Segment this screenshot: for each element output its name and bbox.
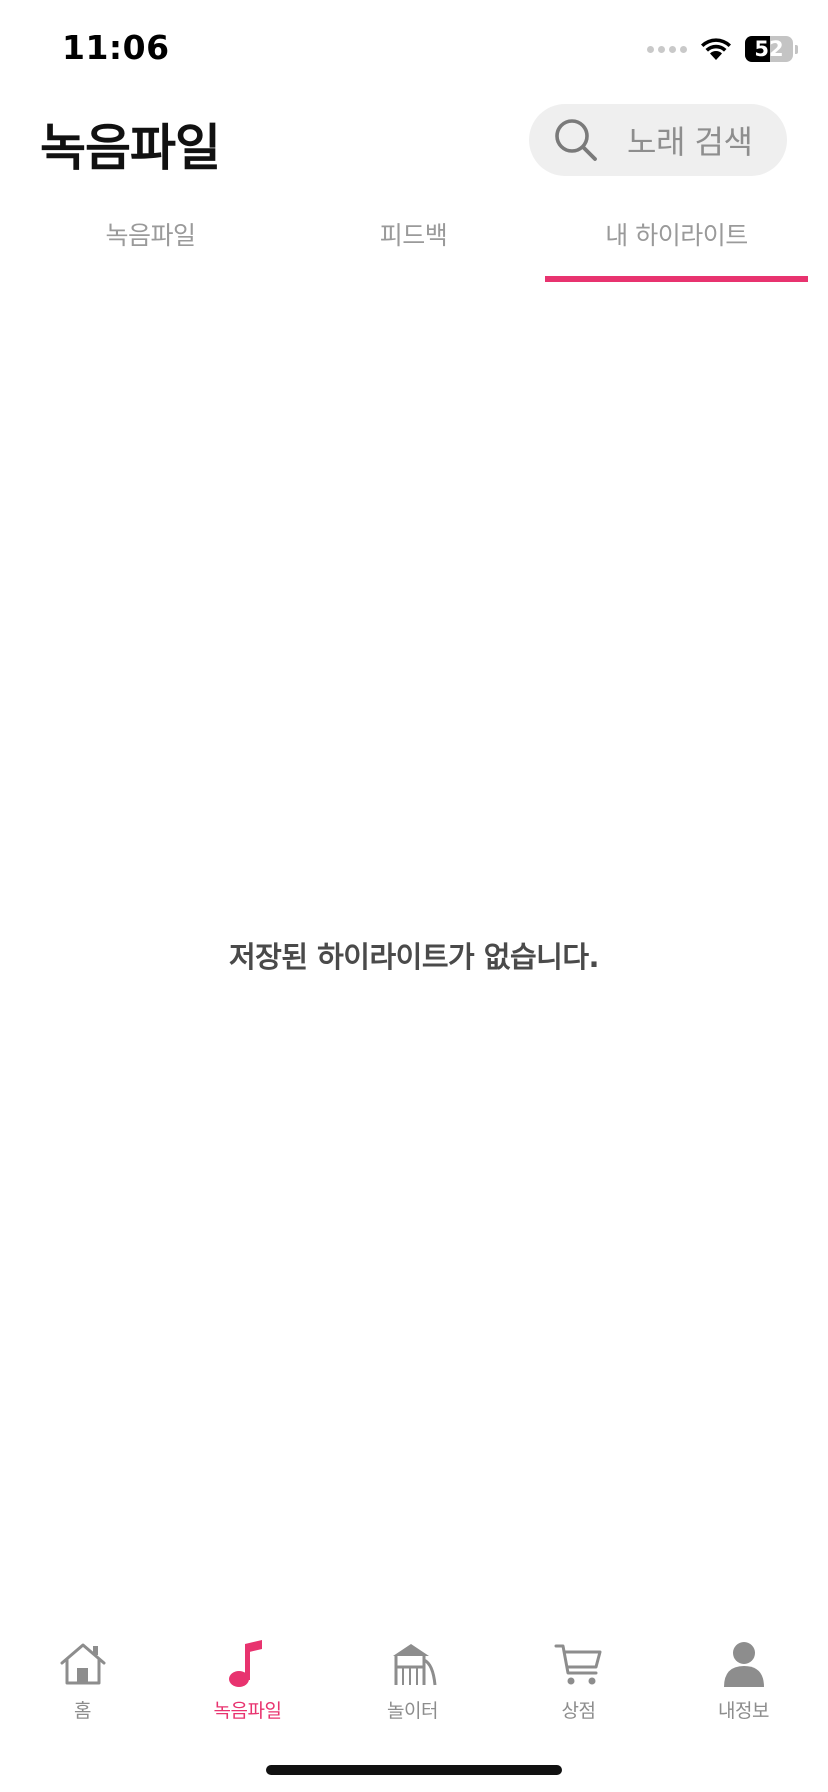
search-button[interactable]: 노래 검색 <box>529 104 787 176</box>
home-icon <box>60 1643 105 1685</box>
nav-label-home: 홈 <box>74 1700 91 1722</box>
battery-level: 52 <box>754 37 784 61</box>
screen: 11:06 52 녹음파일 노래 검색 녹음파일 피드백 내 하이라이트 저장된… <box>0 0 828 1792</box>
nav-item-recordings[interactable]: 녹음파일 <box>165 1620 330 1730</box>
wifi-icon <box>701 38 731 60</box>
status-icons: 52 <box>647 34 798 64</box>
nav-label-shop: 상점 <box>561 1700 596 1722</box>
tab-feedback[interactable]: 피드백 <box>282 200 545 284</box>
search-placeholder: 노래 검색 <box>627 123 753 161</box>
playground-icon <box>392 1644 436 1686</box>
page-title: 녹음파일 <box>40 119 221 177</box>
nav-item-my-info[interactable]: 내정보 <box>661 1620 826 1730</box>
tab-bar: 녹음파일 피드백 내 하이라이트 <box>0 200 828 284</box>
empty-state-message: 저장된 하이라이트가 없습니다. <box>228 940 600 974</box>
status-bar: 11:06 52 <box>0 0 828 100</box>
header: 녹음파일 노래 검색 <box>0 100 828 200</box>
profile-icon <box>723 1642 764 1687</box>
cellular-signal-icon <box>647 45 687 53</box>
nav-item-playground[interactable]: 놀이터 <box>330 1620 495 1730</box>
nav-item-shop[interactable]: 상점 <box>496 1620 661 1730</box>
nav-item-home[interactable]: 홈 <box>0 1620 165 1730</box>
battery-icon: 52 <box>745 36 793 62</box>
nav-label-my-info: 내정보 <box>718 1700 769 1722</box>
cart-icon <box>554 1644 601 1685</box>
tab-recordings[interactable]: 녹음파일 <box>19 200 282 284</box>
search-icon <box>555 119 597 161</box>
nav-label-recordings: 녹음파일 <box>213 1700 282 1722</box>
status-time: 11:06 <box>62 28 170 67</box>
tab-my-highlights[interactable]: 내 하이라이트 <box>545 200 808 284</box>
home-indicator[interactable] <box>266 1765 562 1775</box>
bottom-nav: 홈 녹음파일 놀이터 상점 내정보 <box>0 1620 828 1730</box>
battery-tip <box>795 44 798 54</box>
active-tab-indicator <box>545 276 808 282</box>
music-note-icon <box>228 1640 262 1687</box>
nav-label-playground: 놀이터 <box>387 1700 438 1722</box>
